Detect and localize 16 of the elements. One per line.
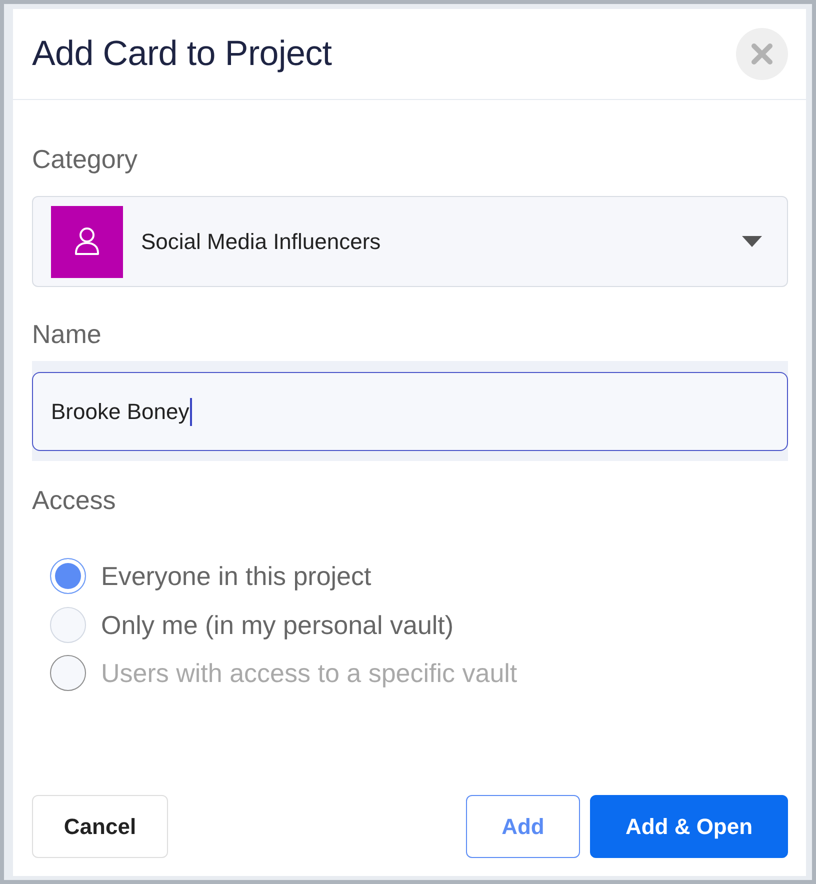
name-input[interactable]: Brooke Boney: [32, 372, 788, 451]
option-label[interactable]: Everyone in this project: [101, 561, 372, 592]
text-cursor: [190, 398, 192, 426]
category-select[interactable]: Social Media Influencers: [32, 196, 788, 287]
field-label: Access: [32, 485, 117, 515]
add-open-button[interactable]: Add & Open: [590, 795, 788, 858]
cancel-button[interactable]: Cancel: [32, 795, 168, 858]
radio-button[interactable]: [50, 558, 86, 594]
field-label: Name: [32, 319, 102, 349]
dialog-title: Add Card to Project: [32, 33, 332, 75]
caret-icon: [742, 236, 762, 247]
field-label: Category: [32, 144, 138, 174]
add-button[interactable]: Add: [466, 795, 580, 858]
close-icon: [750, 42, 774, 66]
option-label[interactable]: Only me (in my personal vault): [101, 610, 454, 640]
person-icon: [51, 206, 123, 278]
